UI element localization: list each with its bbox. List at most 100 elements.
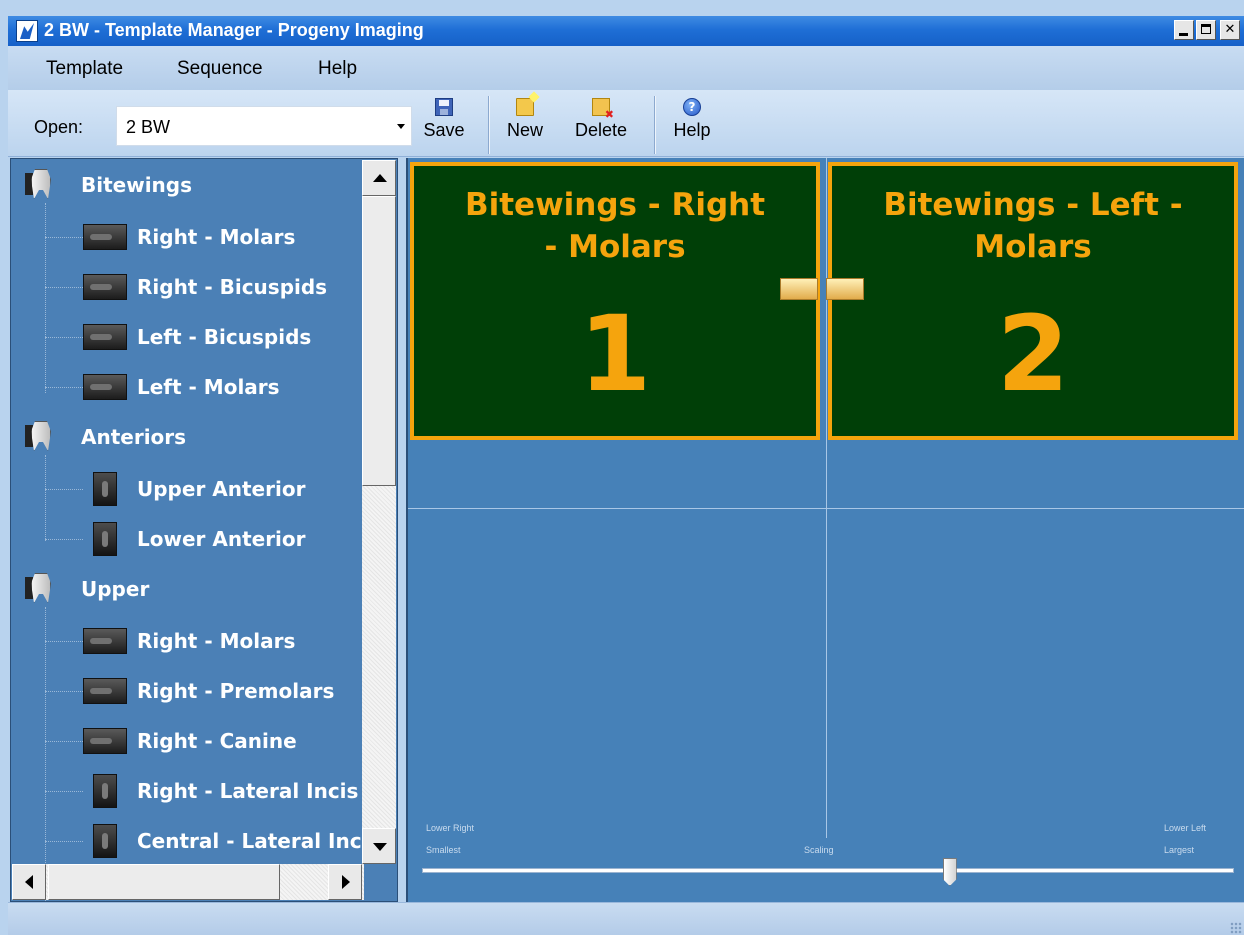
toolbar-separator bbox=[654, 96, 656, 154]
anterior-film-icon bbox=[93, 472, 117, 506]
tree-item-right-bicuspids[interactable]: Right - Bicuspids bbox=[11, 267, 371, 307]
anterior-film-icon bbox=[93, 774, 117, 808]
tree-item-label: Right - Canine bbox=[137, 729, 297, 753]
scaling-center-label: Scaling bbox=[804, 845, 834, 855]
open-label: Open: bbox=[34, 117, 84, 137]
tooth-icon bbox=[25, 419, 59, 455]
menu-template[interactable]: Template bbox=[46, 58, 123, 80]
tree-vertical-scroll-thumb[interactable] bbox=[362, 196, 396, 486]
tree-item-label: Right - Molars bbox=[137, 225, 296, 249]
tree-category-upper[interactable]: Upper bbox=[11, 569, 371, 609]
window-title: 2 BW - Template Manager - Progeny Imagin… bbox=[44, 20, 424, 40]
tree-item-upper-right-premolars[interactable]: Right - Premolars bbox=[11, 671, 371, 711]
delete-button[interactable]: Delete bbox=[562, 98, 640, 141]
tree-item-label: Lower Anterior bbox=[137, 527, 306, 551]
tree-category-anteriors[interactable]: Anteriors bbox=[11, 417, 371, 457]
image-slot-2[interactable]: Bitewings - Left - Molars 2 bbox=[828, 162, 1238, 440]
close-button[interactable]: ✕ bbox=[1220, 20, 1240, 40]
tree-item-upper-anterior[interactable]: Upper Anterior bbox=[11, 469, 371, 509]
exposure-tree: Bitewings Right - Molars Right - Bicuspi… bbox=[10, 158, 398, 902]
scrollbar-corner bbox=[364, 866, 396, 900]
app-window: 2 BW - Template Manager - Progeny Imagin… bbox=[0, 0, 1244, 935]
scaling-right-top-label: Lower Left bbox=[1164, 823, 1207, 833]
open-template-select[interactable]: 2 BW bbox=[116, 106, 412, 146]
bitewing-film-icon bbox=[83, 678, 127, 704]
slot-title-line: Molars bbox=[974, 229, 1092, 265]
new-button[interactable]: New bbox=[496, 98, 554, 141]
tree-item-left-molars[interactable]: Left - Molars bbox=[11, 367, 371, 407]
tree-item-label: Right - Bicuspids bbox=[137, 275, 328, 299]
scroll-down-button[interactable] bbox=[362, 828, 396, 864]
arrow-right-icon bbox=[342, 875, 350, 889]
scroll-up-button[interactable] bbox=[362, 160, 396, 196]
arrow-up-icon bbox=[373, 174, 387, 182]
scaling-left-top-label: Lower Right bbox=[426, 823, 475, 833]
scroll-left-button[interactable] bbox=[12, 864, 46, 900]
maximize-button[interactable] bbox=[1196, 20, 1216, 40]
bitewing-film-icon bbox=[83, 324, 127, 350]
chevron-down-icon[interactable] bbox=[397, 124, 405, 129]
scaling-left-bottom-label: Smallest bbox=[426, 845, 461, 855]
bitewing-film-icon bbox=[83, 728, 127, 754]
bitewing-film-icon bbox=[83, 374, 127, 400]
new-folder-icon bbox=[516, 98, 534, 116]
delete-folder-icon bbox=[592, 98, 614, 121]
save-label: Save bbox=[423, 120, 465, 140]
image-slot-1[interactable]: Bitewings - Right - Molars 1 bbox=[410, 162, 820, 440]
delete-label: Delete bbox=[574, 120, 628, 140]
app-logo-icon bbox=[16, 20, 38, 42]
tree-horizontal-scroll-thumb[interactable] bbox=[48, 864, 280, 900]
help-button[interactable]: ? Help bbox=[664, 98, 720, 141]
slot-title-line: - Molars bbox=[544, 229, 686, 265]
new-label: New bbox=[506, 120, 543, 140]
tooth-icon bbox=[25, 167, 59, 203]
tree-item-upper-right-molars[interactable]: Right - Molars bbox=[11, 621, 371, 661]
bitewing-film-icon bbox=[83, 224, 127, 250]
tree-item-label: Right - Premolars bbox=[137, 679, 335, 703]
arrow-left-icon bbox=[25, 875, 33, 889]
resize-grip-icon[interactable] bbox=[1230, 922, 1242, 934]
tree-item-upper-central-lateral-incisor[interactable]: Central - Lateral Inc bbox=[11, 821, 371, 861]
tree-item-upper-right-lateral-incisor[interactable]: Right - Lateral Incis bbox=[11, 771, 371, 811]
scaling-right-bottom-label: Largest bbox=[1164, 845, 1195, 855]
arrow-down-icon bbox=[373, 843, 387, 851]
slot-title-line: Bitewings - Left - bbox=[883, 187, 1183, 223]
tree-item-label: Right - Molars bbox=[137, 629, 296, 653]
tree-item-right-molars[interactable]: Right - Molars bbox=[11, 217, 371, 257]
slot-link-handle[interactable] bbox=[780, 278, 818, 300]
save-button[interactable]: Save bbox=[416, 98, 472, 141]
canvas-grid-line bbox=[408, 508, 1244, 509]
tree-category-bitewings[interactable]: Bitewings bbox=[11, 165, 371, 205]
tree-item-label: Left - Molars bbox=[137, 375, 280, 399]
tree-item-lower-anterior[interactable]: Lower Anterior bbox=[11, 519, 371, 559]
status-bar bbox=[8, 902, 1244, 935]
bitewing-film-icon bbox=[83, 628, 127, 654]
slot-title: Bitewings - Right - Molars bbox=[414, 184, 816, 268]
scaling-slider-track[interactable] bbox=[422, 868, 1234, 873]
menu-help[interactable]: Help bbox=[318, 58, 357, 80]
open-template-value: 2 BW bbox=[126, 117, 171, 137]
tree-item-label: Upper Anterior bbox=[137, 477, 306, 501]
canvas-grid-line bbox=[826, 158, 827, 838]
help-icon: ? bbox=[683, 98, 701, 116]
tree-item-upper-right-canine[interactable]: Right - Canine bbox=[11, 721, 371, 761]
tree-item-label: Right - Lateral Incis bbox=[137, 779, 359, 803]
tree-category-label: Upper bbox=[81, 577, 150, 601]
anterior-film-icon bbox=[93, 522, 117, 556]
tree-item-label: Left - Bicuspids bbox=[137, 325, 312, 349]
scroll-right-button[interactable] bbox=[328, 864, 362, 900]
menu-bar: Template Sequence Help bbox=[8, 46, 1244, 91]
bitewing-film-icon bbox=[83, 274, 127, 300]
tooth-icon bbox=[25, 571, 59, 607]
tree-category-label: Anteriors bbox=[81, 425, 187, 449]
menu-sequence[interactable]: Sequence bbox=[177, 58, 263, 80]
help-label: Help bbox=[673, 120, 711, 140]
slot-number: 2 bbox=[996, 293, 1070, 415]
slot-title-line: Bitewings - Right bbox=[464, 187, 766, 223]
minimize-button[interactable] bbox=[1174, 20, 1194, 40]
toolbar-separator bbox=[488, 96, 490, 154]
tree-item-left-bicuspids[interactable]: Left - Bicuspids bbox=[11, 317, 371, 357]
title-bar[interactable]: 2 BW - Template Manager - Progeny Imagin… bbox=[8, 16, 1244, 46]
save-icon bbox=[435, 98, 453, 116]
slot-link-handle[interactable] bbox=[826, 278, 864, 300]
